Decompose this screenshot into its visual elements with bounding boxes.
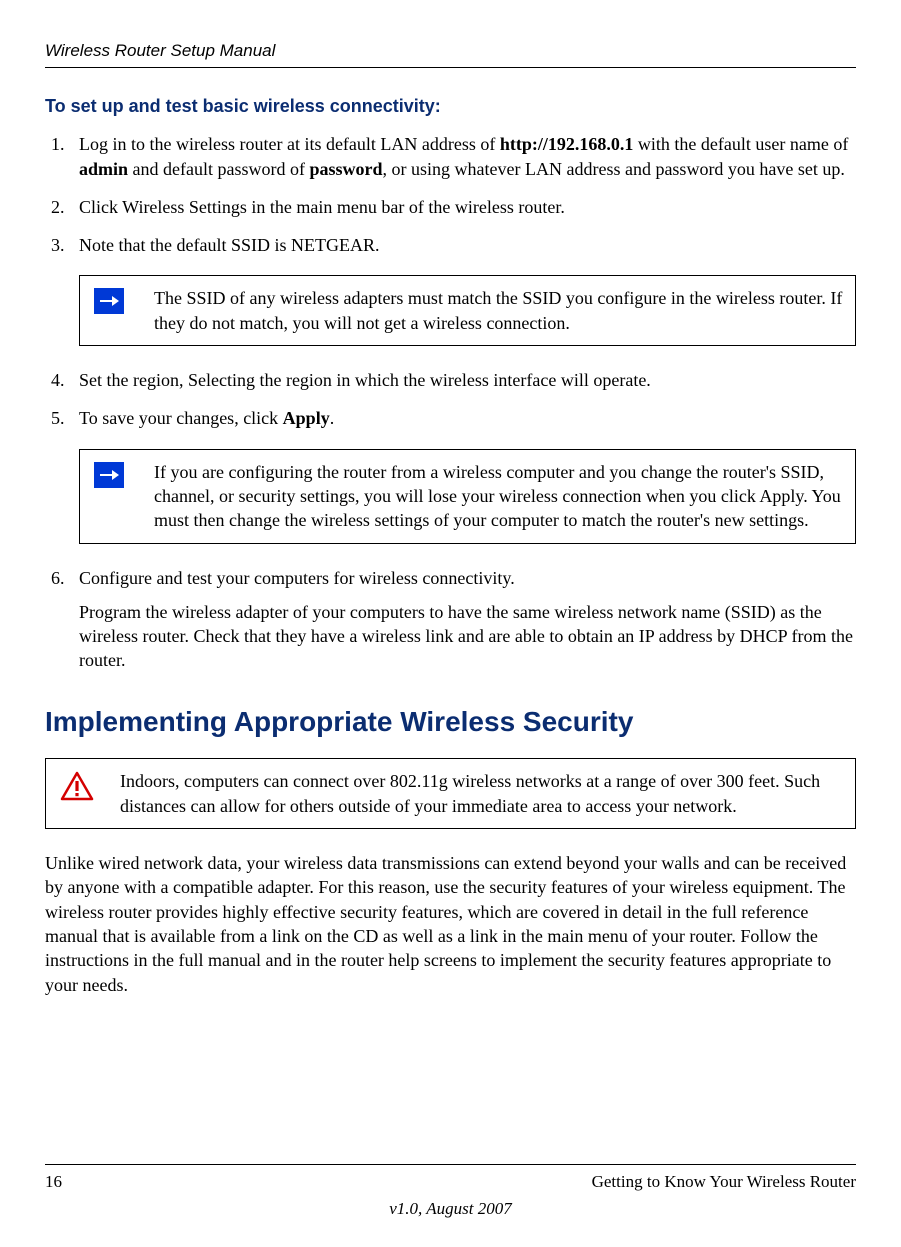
step-text: Configure and test your computers for wi… — [79, 568, 515, 588]
step-text: . — [330, 408, 335, 428]
note-box-1: The SSID of any wireless adapters must m… — [79, 275, 856, 346]
warning-text: Indoors, computers can connect over 802.… — [120, 759, 855, 828]
step-text: with the default user name of — [633, 134, 848, 154]
step-6: Configure and test your computers for wi… — [69, 566, 856, 673]
step-2: Click Wireless Settings in the main menu… — [69, 195, 856, 219]
step-text: Log in to the wireless router at its def… — [79, 134, 500, 154]
username-bold: admin — [79, 159, 128, 179]
step-text: To save your changes, click — [79, 408, 283, 428]
section-heading: To set up and test basic wireless connec… — [45, 94, 856, 118]
step-6-para: Program the wireless adapter of your com… — [79, 600, 856, 673]
note-icon-cell — [80, 450, 154, 504]
footer-right-text: Getting to Know Your Wireless Router — [592, 1171, 856, 1194]
step-3: Note that the default SSID is NETGEAR. T… — [69, 233, 856, 346]
warning-triangle-icon — [60, 771, 108, 801]
step-text: and default password of — [128, 159, 309, 179]
step-1: Log in to the wireless router at its def… — [69, 132, 856, 181]
body-paragraph: Unlike wired network data, your wireless… — [45, 851, 856, 997]
footer-version: v1.0, August 2007 — [45, 1198, 856, 1221]
password-bold: password — [309, 159, 382, 179]
header-rule — [45, 67, 856, 68]
footer-rule — [45, 1164, 856, 1165]
step-5: To save your changes, click Apply. If yo… — [69, 406, 856, 543]
step-text: Note that the default SSID is NETGEAR. — [79, 235, 379, 255]
warning-box: Indoors, computers can connect over 802.… — [45, 758, 856, 829]
note-icon-cell — [80, 276, 154, 330]
note-text: The SSID of any wireless adapters must m… — [154, 276, 855, 345]
manual-title: Wireless Router Setup Manual — [45, 40, 856, 63]
note-box-2: If you are configuring the router from a… — [79, 449, 856, 544]
step-4: Set the region, Selecting the region in … — [69, 368, 856, 392]
page-number: 16 — [45, 1171, 62, 1194]
h1-heading: Implementing Appropriate Wireless Securi… — [45, 703, 856, 741]
warning-icon-cell — [46, 759, 120, 811]
steps-list: Log in to the wireless router at its def… — [45, 132, 856, 672]
default-url: http://192.168.0.1 — [500, 134, 634, 154]
step-text: , or using whatever LAN address and pass… — [383, 159, 845, 179]
arrow-right-icon — [94, 288, 124, 314]
note-text: If you are configuring the router from a… — [154, 450, 855, 543]
arrow-right-icon — [94, 462, 124, 488]
page-footer: 16 Getting to Know Your Wireless Router … — [45, 1164, 856, 1221]
apply-bold: Apply — [283, 408, 330, 428]
